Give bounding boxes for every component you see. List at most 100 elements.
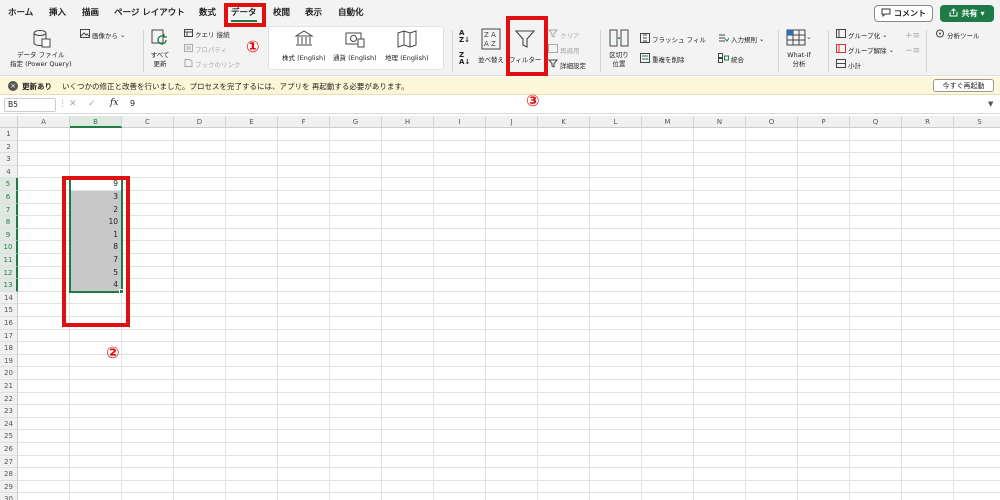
- close-circle-icon[interactable]: ×: [8, 81, 18, 91]
- row-header-13[interactable]: 13: [0, 279, 18, 292]
- row-header-22[interactable]: 22: [0, 392, 18, 406]
- column-header-n[interactable]: N: [694, 116, 746, 128]
- row-header-3[interactable]: 3: [0, 153, 18, 166]
- ungroup-button[interactable]: グループ解除 ⌄: [836, 44, 894, 55]
- row-header-23[interactable]: 23: [0, 405, 18, 418]
- column-header-d[interactable]: D: [174, 116, 226, 128]
- column-header-j[interactable]: J: [486, 116, 538, 128]
- column-header-h[interactable]: H: [382, 116, 434, 128]
- cancel-icon[interactable]: ✕: [69, 99, 77, 109]
- sort-za-button[interactable]: Z A↓: [459, 52, 470, 66]
- column-header-b[interactable]: B: [70, 116, 122, 128]
- restart-now-button[interactable]: 今すぐ再起動: [933, 79, 994, 92]
- column-header-o[interactable]: O: [746, 116, 798, 128]
- tab-page-layout[interactable]: ページ レイアウト: [114, 6, 185, 18]
- row-header-5[interactable]: 5: [0, 178, 18, 191]
- from-image-button[interactable]: 画像から ⌄: [80, 29, 125, 40]
- group-button[interactable]: グループ化 ⌄: [836, 29, 888, 40]
- column-header-m[interactable]: M: [642, 116, 694, 128]
- worksheet-grid[interactable]: A B C D E F G H I J K L M N O P Q R S 1 2 3 4 5 6 7 8 9 10 11 12 13 14 15…: [0, 116, 1000, 500]
- refresh-all-button[interactable]: すべて 更新: [150, 28, 170, 68]
- tab-automate[interactable]: 自動化: [338, 6, 364, 18]
- row-header-9[interactable]: 9: [0, 228, 18, 242]
- expand-formula-icon[interactable]: ▼: [988, 100, 993, 108]
- column-header-l[interactable]: L: [590, 116, 642, 128]
- advanced-filter-button[interactable]: 詳細設定: [547, 59, 586, 70]
- row-header-15[interactable]: 15: [0, 304, 18, 317]
- column-header-k[interactable]: K: [538, 116, 590, 128]
- row-header-21[interactable]: 21: [0, 380, 18, 393]
- column-header-i[interactable]: I: [434, 116, 486, 128]
- data-validation-button[interactable]: 入力規則 ⌄: [718, 33, 764, 45]
- row-header-10[interactable]: 10: [0, 241, 18, 254]
- show-detail-icon[interactable]: +≡: [905, 31, 920, 41]
- chevron-down-icon[interactable]: ⋮: [58, 99, 67, 109]
- row-header-11[interactable]: 11: [0, 254, 18, 267]
- name-box[interactable]: B5: [4, 98, 56, 112]
- tab-insert[interactable]: 挿入: [49, 6, 66, 18]
- datatype-stocks-button[interactable]: 株式 (English): [282, 30, 326, 62]
- datatype-geography-button[interactable]: 地理 (English): [385, 30, 429, 62]
- clear-filter-button[interactable]: クリア: [547, 29, 580, 40]
- column-header-g[interactable]: G: [330, 116, 382, 128]
- remove-duplicates-button[interactable]: 重複を削除: [640, 53, 685, 65]
- row-header-19[interactable]: 19: [0, 354, 18, 368]
- share-button[interactable]: 共有 ▾: [940, 5, 994, 22]
- column-header-f[interactable]: F: [278, 116, 330, 128]
- properties-button[interactable]: プロパティ: [184, 44, 227, 54]
- row-header-7[interactable]: 7: [0, 203, 18, 217]
- tab-review[interactable]: 校閲: [273, 6, 290, 18]
- text-to-columns-button[interactable]: 区切り 位置: [609, 28, 629, 68]
- row-header-30[interactable]: 30: [0, 493, 18, 500]
- grid-column-line: [329, 128, 330, 500]
- row-header-29[interactable]: 29: [0, 480, 18, 494]
- what-if-button[interactable]: ⌄ What-If 分析: [786, 28, 812, 68]
- insert-function-icon[interactable]: fx: [110, 98, 118, 108]
- row-header-8[interactable]: 8: [0, 216, 18, 229]
- formula-input[interactable]: 9: [130, 99, 135, 108]
- column-header-r[interactable]: R: [902, 116, 954, 128]
- row-header-6[interactable]: 6: [0, 191, 18, 204]
- ribbon-separator: [778, 30, 779, 72]
- column-header-e[interactable]: E: [226, 116, 278, 128]
- sort-az-button[interactable]: A Z↓: [459, 30, 470, 44]
- column-header-s[interactable]: S: [954, 116, 1000, 128]
- row-header-25[interactable]: 25: [0, 430, 18, 443]
- hide-detail-icon[interactable]: −≡: [905, 46, 920, 56]
- row-header-12[interactable]: 12: [0, 266, 18, 280]
- get-data-button[interactable]: データ ファイル 指定 (Power Query): [10, 28, 72, 68]
- column-header-q[interactable]: Q: [850, 116, 902, 128]
- datatype-currencies-button[interactable]: 通貨 (English): [333, 30, 377, 62]
- consolidate-button[interactable]: 統合: [718, 53, 744, 65]
- tab-formulas[interactable]: 数式: [199, 6, 216, 18]
- row-header-16[interactable]: 16: [0, 317, 18, 330]
- row-header-2[interactable]: 2: [0, 140, 18, 154]
- row-header-24[interactable]: 24: [0, 417, 18, 431]
- row-header-14[interactable]: 14: [0, 291, 18, 305]
- column-header-a[interactable]: A: [18, 116, 70, 128]
- column-header-p[interactable]: P: [798, 116, 850, 128]
- subtotal-button[interactable]: 小計: [836, 59, 861, 70]
- row-header-17[interactable]: 17: [0, 329, 18, 343]
- row-header-26[interactable]: 26: [0, 443, 18, 456]
- flash-fill-button[interactable]: フラッシュ フィル: [640, 33, 706, 45]
- row-header-20[interactable]: 20: [0, 367, 18, 380]
- tab-draw[interactable]: 描画: [82, 6, 99, 18]
- column-header-c[interactable]: C: [122, 116, 174, 128]
- comment-button[interactable]: コメント: [874, 5, 933, 22]
- row-header-4[interactable]: 4: [0, 165, 18, 179]
- reapply-button[interactable]: 再適用: [548, 44, 580, 55]
- edit-links-button[interactable]: ブックのリンク: [184, 59, 241, 69]
- row-header-28[interactable]: 28: [0, 468, 18, 481]
- tab-home[interactable]: ホーム: [8, 6, 33, 18]
- row-header-1[interactable]: 1: [0, 128, 18, 141]
- annotation-step-1: ①: [246, 37, 260, 56]
- row-header-18[interactable]: 18: [0, 342, 18, 355]
- queries-connections-button[interactable]: クエリ 接続: [184, 29, 230, 39]
- analysis-tools-button[interactable]: 分析ツール: [935, 29, 980, 40]
- enter-icon[interactable]: ✓: [88, 99, 96, 109]
- row-header-27[interactable]: 27: [0, 455, 18, 469]
- tab-view[interactable]: 表示: [305, 6, 322, 18]
- sort-button[interactable]: Z AA Z 並べ替え: [478, 28, 504, 64]
- select-all-corner[interactable]: [0, 116, 18, 128]
